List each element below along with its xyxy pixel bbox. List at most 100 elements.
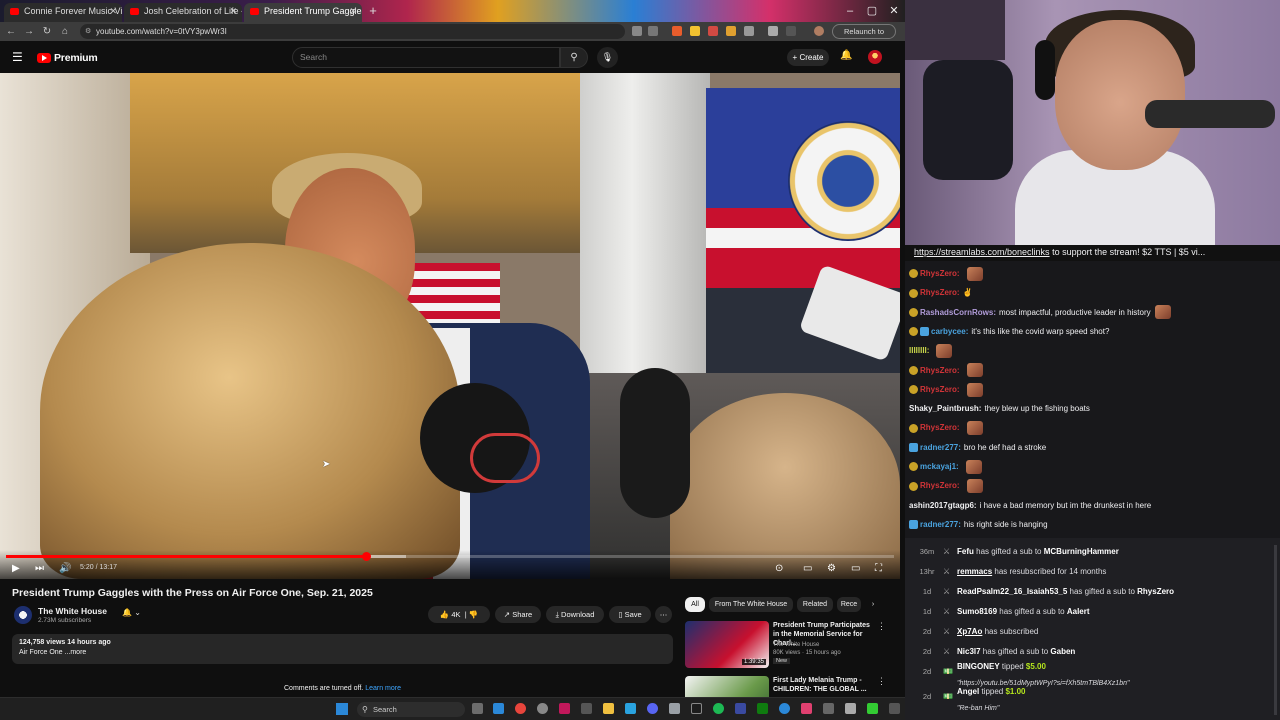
notifications-bell-icon[interactable]: 🔔 [840,50,852,61]
close-window-icon[interactable]: ✕ [882,0,906,22]
more-vertical-icon[interactable]: ⋮ [877,621,886,632]
profile-avatar-icon[interactable] [814,26,824,36]
browser-tab[interactable]: Connie Forever Music Video - ✕ [4,3,122,22]
related-video[interactable]: 1:39:35 President Trump Participates in … [685,621,900,671]
event-user[interactable]: ReadPsalm22_16_Isaiah53_5 [957,587,1067,596]
chat-username[interactable]: Shaky_Paintbrush: [909,404,981,413]
discord-icon[interactable] [647,703,658,714]
home-icon[interactable]: ⌂ [58,24,72,39]
save-button[interactable]: ▯ Save [609,606,651,623]
download-button[interactable]: ⤓ Download [546,606,604,623]
relaunch-button[interactable]: Relaunch to update [832,24,896,49]
minimize-icon[interactable]: – [838,0,862,22]
event-user[interactable]: remmacs [957,567,992,576]
app-icon[interactable] [845,703,856,714]
forward-icon[interactable]: → [22,24,36,39]
volume-icon[interactable]: 🔊 [59,563,71,575]
address-bar[interactable]: ⚙ youtube.com/watch?v=0tVY3pwWr3I [80,24,625,39]
chat-username[interactable]: RhysZero: [920,481,960,490]
chat-username[interactable]: ashin2017gtagp6: [909,501,977,510]
chip-all[interactable]: All [685,597,705,612]
search-button[interactable]: ⚲ [560,47,588,68]
description-box[interactable]: 124,758 views 14 hours ago Air Force One… [12,634,673,664]
file-explorer-icon[interactable] [603,703,614,714]
edge-icon[interactable] [493,703,504,714]
start-button[interactable] [336,703,348,715]
hamburger-menu-icon[interactable]: ☰ [12,51,25,63]
youtube-premium-logo[interactable]: Premium [37,51,98,64]
more-actions-button[interactable]: ⋯ [655,606,672,623]
chip-from-channel[interactable]: From The White House [709,597,793,612]
app-icon[interactable] [625,703,636,714]
chat-username[interactable]: IIIIIIII: [909,346,929,355]
task-view-icon[interactable] [472,703,483,714]
dislike-button[interactable]: 👎 [469,610,478,619]
chat-username[interactable]: mckayaj1: [920,462,959,471]
related-video[interactable]: First Lady Melania Trump - CHILDREN: THE… [685,676,900,697]
bookmark-star-icon[interactable] [648,26,658,36]
streamlabs-link[interactable]: https://streamlabs.com/boneclinks [914,247,1050,257]
event-user[interactable]: Angel [957,687,979,696]
spotify-icon[interactable] [713,703,724,714]
obs-icon[interactable] [559,703,570,714]
extension-icon[interactable] [690,26,700,36]
chat-username[interactable]: radner277: [920,443,961,452]
video-player[interactable] [0,73,900,579]
like-button[interactable]: 👍 4K [440,610,461,619]
taskbar-search[interactable]: ⚲ Search [357,702,465,717]
chevron-right-icon[interactable]: › [866,597,880,612]
app-icon[interactable] [669,703,680,714]
chat-username[interactable]: RashadsCornRows: [920,308,996,317]
voice-search-button[interactable]: 🎙 [597,47,618,68]
chat-username[interactable]: RhysZero: [920,288,960,297]
app-icon[interactable] [757,703,768,714]
event-user[interactable]: Xp7Ao [957,627,982,636]
event-user[interactable]: Fefu [957,547,974,556]
video-thumbnail[interactable] [685,676,769,697]
app-icon[interactable] [801,703,812,714]
app-icon[interactable] [867,703,878,714]
media-icon[interactable] [768,26,778,36]
chat-username[interactable]: radner277: [920,520,961,529]
subscription-bell-button[interactable]: 🔔 ⌄ [122,608,154,622]
learn-more-link[interactable]: Learn more [365,685,401,692]
close-tab-icon[interactable]: ✕ [109,3,117,20]
app-icon[interactable] [691,703,702,714]
chip-recent[interactable]: Rece [837,597,861,612]
browser-tab-active[interactable]: President Trump Gaggles w ✕ [244,3,362,22]
app-icon[interactable] [581,703,592,714]
autoplay-toggle[interactable]: ⊙ [775,563,783,575]
chat-username[interactable]: RhysZero: [920,269,960,278]
reload-icon[interactable]: ↻ [40,24,54,39]
related-title[interactable]: First Lady Melania Trump - CHILDREN: THE… [773,676,878,694]
extension-icon[interactable] [672,26,682,36]
subtitles-icon[interactable]: ▭ [803,563,812,575]
chip-related[interactable]: Related [797,597,833,612]
extension-icon[interactable] [726,26,736,36]
scrubber-handle[interactable] [361,552,371,561]
channel-name[interactable]: The White House [38,606,107,616]
chat-username[interactable]: RhysZero: [920,366,960,375]
video-thumbnail[interactable]: 1:39:35 [685,621,769,668]
event-user[interactable]: Nic3l7 [957,647,981,656]
app-icon[interactable] [889,703,900,714]
play-icon[interactable]: ▶ [12,563,20,575]
share-button[interactable]: ↗ Share [495,606,541,623]
extensions-puzzle-icon[interactable] [744,26,754,36]
more-vertical-icon[interactable]: ⋮ [877,676,886,687]
browser-tab[interactable]: Josh Celebration of Life - YouT ✕ [124,3,242,22]
settings-gear-icon[interactable]: ⚙ [827,563,836,575]
event-user[interactable]: BINGONEY [957,662,1000,671]
back-icon[interactable]: ← [4,24,18,39]
account-avatar[interactable] [868,50,882,64]
app-icon[interactable] [823,703,834,714]
close-tab-icon[interactable]: ✕ [349,3,357,20]
create-button[interactable]: + Create [787,49,829,66]
new-tab-button[interactable]: + [366,3,380,19]
channel-avatar[interactable] [14,606,32,624]
search-input[interactable]: Search [292,47,560,68]
scrollbar[interactable] [1274,545,1277,715]
app-icon[interactable] [537,703,548,714]
maximize-icon[interactable]: ▢ [860,0,884,22]
progress-bar[interactable] [6,552,894,561]
